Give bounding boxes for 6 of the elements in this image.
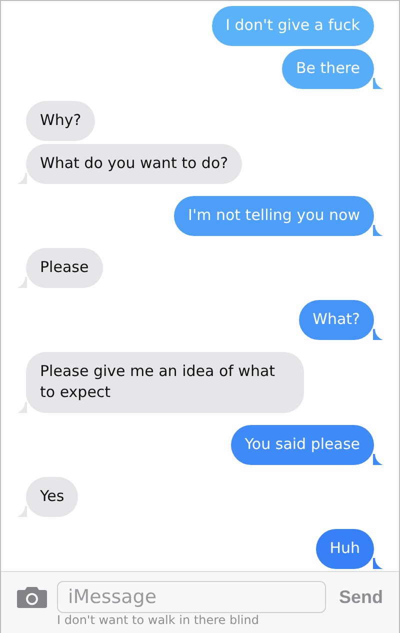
message-bubble: I don't give a fuck bbox=[212, 6, 374, 46]
camera-icon[interactable] bbox=[16, 586, 48, 608]
message-bubble: Why? bbox=[26, 101, 96, 141]
send-button[interactable]: Send bbox=[334, 586, 387, 608]
draft-text: I don't want to walk in there blind bbox=[57, 613, 259, 628]
message-field[interactable]: iMessage bbox=[57, 581, 326, 613]
